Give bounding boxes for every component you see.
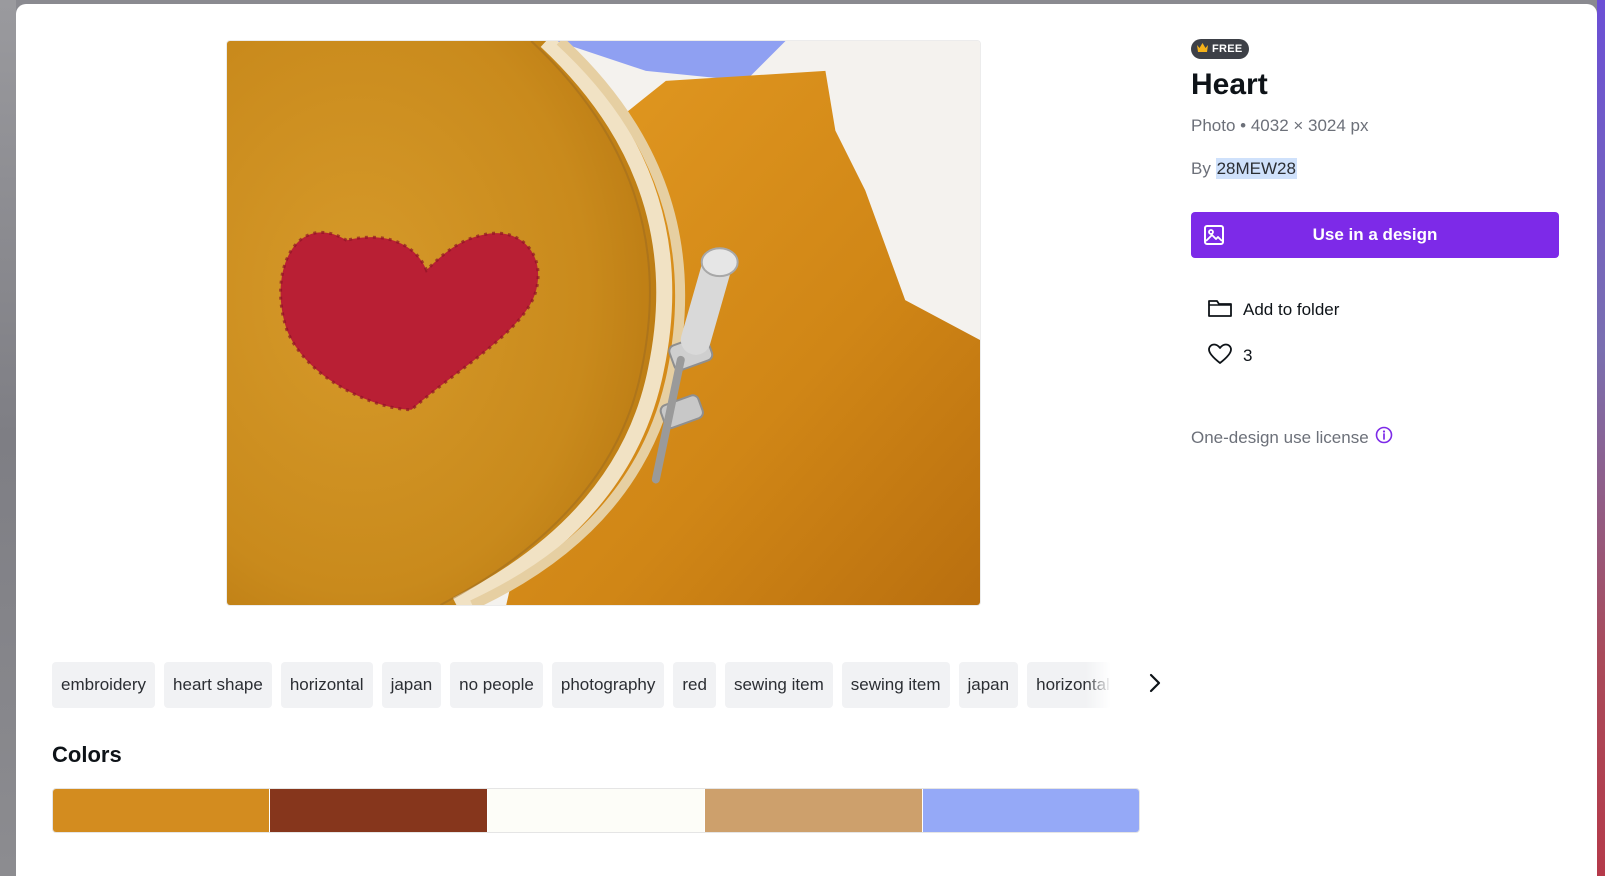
free-badge-label: FREE <box>1212 43 1243 55</box>
license-info: One-design use license <box>1191 426 1393 449</box>
tag-list: embroidery heart shape horizontal japan … <box>52 662 1142 708</box>
tag-japan[interactable]: japan <box>381 662 442 708</box>
tag-red[interactable]: red <box>673 662 716 708</box>
license-label: One-design use license <box>1191 427 1369 447</box>
color-palette <box>52 788 1140 833</box>
like-count: 3 <box>1243 346 1253 365</box>
heart-outline-icon <box>1207 343 1233 370</box>
use-in-design-button[interactable]: Use in a design <box>1191 212 1559 258</box>
tag-sewing-item-2[interactable]: sewing item <box>841 662 950 708</box>
tag-horizontal-2[interactable]: horizontal <box>1027 662 1112 708</box>
crown-icon <box>1196 42 1209 56</box>
backdrop-edge <box>1597 0 1605 876</box>
chevron-right-icon <box>1148 672 1162 699</box>
add-to-folder-label: Add to folder <box>1243 300 1340 319</box>
tags-scroll-next-button[interactable] <box>1142 672 1168 698</box>
tag-photography[interactable]: photography <box>551 662 665 708</box>
image-icon <box>1191 224 1237 246</box>
backdrop <box>0 0 16 876</box>
image-detail-modal: embroidery heart shape horizontal japan … <box>16 4 1597 876</box>
color-swatch[interactable] <box>269 789 487 832</box>
tag-heart-shape[interactable]: heart shape <box>164 662 272 708</box>
tag-embroidery[interactable]: embroidery <box>52 662 156 708</box>
author-line: By 28MEW28 <box>1191 158 1297 179</box>
add-to-folder-button[interactable]: Add to folder <box>1207 295 1339 325</box>
color-swatch[interactable] <box>53 789 270 832</box>
color-swatch[interactable] <box>704 789 922 832</box>
image-title: Heart <box>1191 68 1268 101</box>
tag-no-people[interactable]: no people <box>450 662 543 708</box>
like-button[interactable]: 3 <box>1207 341 1252 371</box>
tag-japan-2[interactable]: japan <box>958 662 1019 708</box>
colors-heading: Colors <box>52 742 122 767</box>
color-swatch[interactable] <box>921 789 1139 832</box>
image-meta: Photo • 4032 × 3024 px <box>1191 116 1369 135</box>
free-badge: FREE <box>1191 39 1249 59</box>
tag-horizontal[interactable]: horizontal <box>280 662 373 708</box>
use-in-design-label: Use in a design <box>1312 225 1438 244</box>
embroidery-photo <box>227 41 980 605</box>
image-preview[interactable] <box>226 40 981 606</box>
info-icon[interactable] <box>1375 426 1393 449</box>
author-prefix: By <box>1191 159 1211 178</box>
folder-icon <box>1207 297 1233 324</box>
color-swatch[interactable] <box>486 789 705 832</box>
tag-sewing-item[interactable]: sewing item <box>724 662 833 708</box>
author-link[interactable]: 28MEW28 <box>1215 158 1297 179</box>
